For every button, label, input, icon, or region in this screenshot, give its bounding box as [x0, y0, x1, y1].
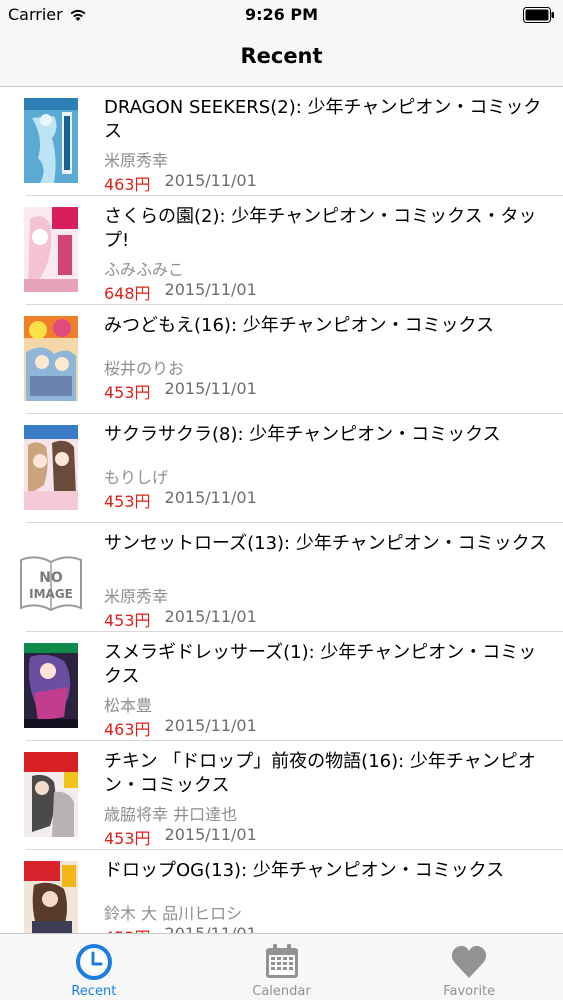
book-title: ドロップOG(13): 少年チャンピオン・コミックス — [104, 860, 505, 881]
list-item[interactable]: チキン 「ドロップ」前夜の物語(16): 少年チャンピオン・コミックス 歳脇将幸… — [0, 741, 563, 850]
book-cover-image — [24, 861, 78, 933]
book-price: 648円 — [104, 284, 151, 303]
tab-favorite-label: Favorite — [443, 984, 496, 999]
book-cover-image — [24, 643, 78, 728]
tab-favorite[interactable]: Favorite — [375, 934, 563, 1000]
tab-recent-label: Recent — [71, 984, 117, 999]
book-cover-image — [24, 425, 78, 510]
book-meta: 453円 2015/11/01 — [104, 607, 257, 631]
no-image-placeholder-icon: NO IMAGE — [20, 556, 82, 612]
book-title: サクラサクラ(8): 少年チャンピオン・コミックス — [104, 424, 501, 445]
release-date: 2015/11/01 — [164, 607, 257, 626]
release-date: 2015/11/01 — [164, 379, 257, 398]
book-price: 463円 — [104, 720, 151, 739]
book-price: 453円 — [104, 611, 151, 630]
book-cover-image: NO IMAGE — [18, 534, 84, 619]
sakura-sakura-cover-icon — [24, 425, 78, 510]
book-author: ふみふみこ — [104, 260, 185, 279]
book-meta: 453円 2015/11/01 — [104, 924, 257, 933]
status-bar: Carrier 9:26 PM — [0, 0, 563, 30]
clock-icon — [75, 944, 112, 980]
book-author: 桜井のりお — [104, 359, 185, 378]
book-price: 453円 — [104, 924, 151, 933]
sakura-no-sono-cover-icon — [24, 207, 78, 292]
book-list[interactable]: DRAGON SEEKERS(2): 少年チャンピオン・コミックス 米原秀幸 4… — [0, 87, 563, 933]
list-item[interactable]: NO IMAGE サンセットローズ(13): 少年チャンピオン・コミックス 米原… — [0, 523, 563, 632]
release-date: 2015/11/01 — [164, 171, 257, 190]
book-meta: 463円 2015/11/01 — [104, 716, 257, 740]
tab-recent[interactable]: Recent — [0, 934, 188, 1000]
tab-bar: Recent Calendar Favorite — [0, 933, 563, 1000]
tab-calendar[interactable]: Calendar — [188, 934, 376, 1000]
book-title: さくらの園(2): 少年チャンピオン・コミックス・タップ! — [104, 206, 537, 251]
list-item[interactable]: みつどもえ(16): 少年チャンピオン・コミックス 桜井のりお 453円 201… — [0, 305, 563, 414]
heart-icon — [452, 945, 487, 978]
book-meta: 453円 2015/11/01 — [104, 379, 257, 403]
book-author: 松本豊 — [104, 696, 153, 715]
list-item[interactable]: DRAGON SEEKERS(2): 少年チャンピオン・コミックス 米原秀幸 4… — [0, 87, 563, 196]
tab-calendar-label: Calendar — [252, 984, 311, 999]
list-item[interactable]: サクラサクラ(8): 少年チャンピオン・コミックス もりしげ 453円 2015… — [0, 414, 563, 523]
calendar-icon — [265, 944, 298, 978]
book-title: みつどもえ(16): 少年チャンピオン・コミックス — [104, 315, 495, 336]
list-item[interactable]: ドロップOG(13): 少年チャンピオン・コミックス 鈴木 大 品川ヒロシ 45… — [0, 850, 563, 933]
no-image-text-line-1: NO — [39, 570, 63, 586]
chicken-cover-icon — [24, 752, 78, 837]
no-image-text-line-2: IMAGE — [29, 587, 73, 601]
book-cover-image — [24, 207, 78, 292]
book-meta: 453円 2015/11/01 — [104, 825, 257, 849]
book-cover-image — [24, 752, 78, 837]
mitsudomoe-cover-icon — [24, 316, 78, 401]
book-cover-image — [24, 316, 78, 401]
list-item[interactable]: スメラギドレッサーズ(1): 少年チャンピオン・コミックス 松本豊 463円 2… — [0, 632, 563, 741]
book-author: 米原秀幸 — [104, 151, 169, 170]
dragon-seekers-cover-icon — [24, 98, 78, 183]
book-title: チキン 「ドロップ」前夜の物語(16): 少年チャンピオン・コミックス — [104, 751, 536, 796]
release-date: 2015/11/01 — [164, 488, 257, 507]
book-price: 463円 — [104, 175, 151, 194]
page-title: Recent — [240, 44, 323, 68]
book-price: 453円 — [104, 829, 151, 848]
sumeragi-dressers-cover-icon — [24, 643, 78, 728]
drop-og-cover-icon — [24, 861, 78, 933]
book-price: 453円 — [104, 492, 151, 511]
book-author: 鈴木 大 品川ヒロシ — [104, 904, 243, 923]
book-price: 453円 — [104, 383, 151, 402]
release-date: 2015/11/01 — [164, 825, 257, 844]
navigation-bar: Recent — [0, 30, 563, 87]
book-author: 米原秀幸 — [104, 587, 169, 606]
release-date: 2015/11/01 — [164, 716, 257, 735]
book-title: サンセットローズ(13): 少年チャンピオン・コミックス — [104, 533, 548, 554]
release-date: 2015/11/01 — [165, 924, 257, 933]
app-screen: Carrier 9:26 PM Recent DRAGON SEEKERS(2)… — [0, 0, 563, 1000]
release-date: 2015/11/01 — [164, 280, 257, 299]
book-meta: 463円 2015/11/01 — [104, 171, 257, 195]
list-item[interactable]: さくらの園(2): 少年チャンピオン・コミックス・タップ! ふみふみこ 648円… — [0, 196, 563, 305]
book-title: スメラギドレッサーズ(1): 少年チャンピオン・コミックス — [104, 642, 537, 687]
battery-icon — [523, 7, 554, 23]
book-author: 歳脇将幸 井口達也 — [104, 805, 238, 824]
status-time: 9:26 PM — [244, 5, 318, 24]
book-meta: 453円 2015/11/01 — [104, 488, 257, 512]
book-meta: 648円 2015/11/01 — [104, 280, 257, 304]
book-cover-image — [24, 98, 78, 183]
book-author: もりしげ — [104, 468, 169, 487]
book-title: DRAGON SEEKERS(2): 少年チャンピオン・コミックス — [104, 97, 542, 142]
